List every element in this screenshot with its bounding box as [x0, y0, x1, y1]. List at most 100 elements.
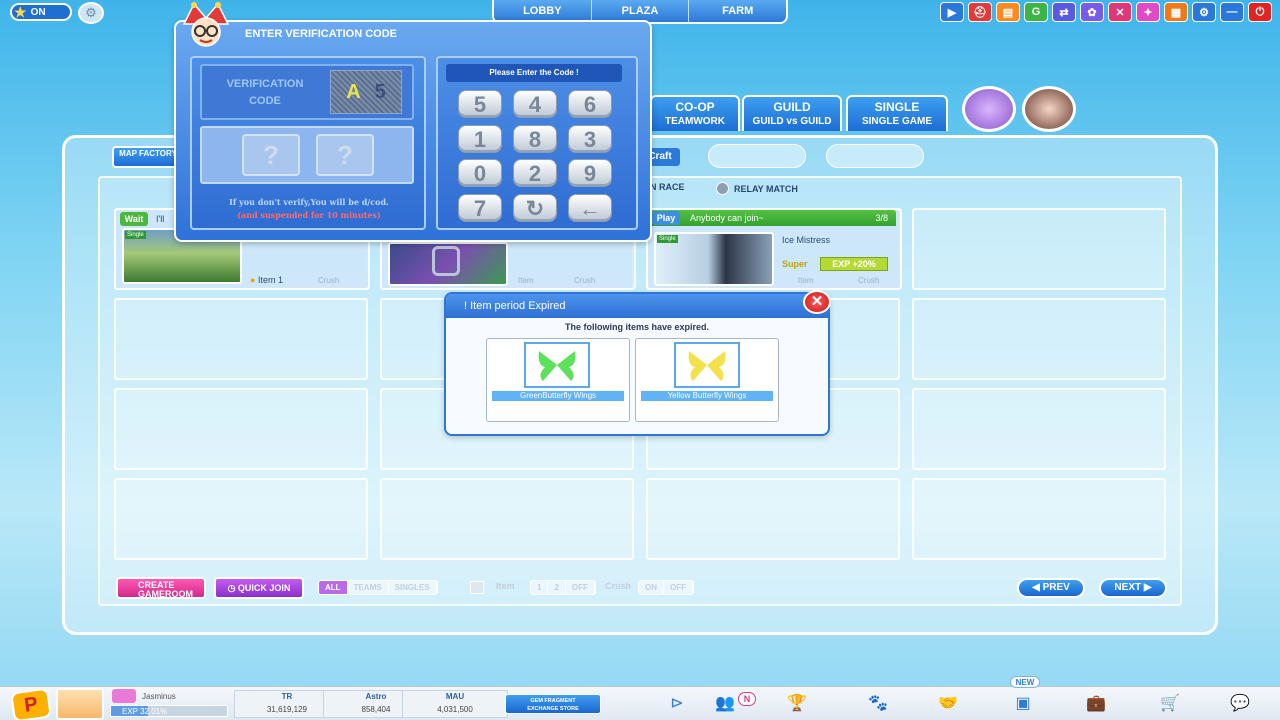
g-icon[interactable]: G	[1024, 2, 1048, 22]
crush-option-on[interactable]: ON	[639, 581, 664, 594]
power-icon[interactable]: ⏻	[1248, 2, 1272, 22]
filter-teams[interactable]: TEAMS	[347, 581, 389, 594]
gear-icon[interactable]: ⚙	[1192, 2, 1216, 22]
room-slot[interactable]	[912, 388, 1166, 470]
key-1[interactable]: 1	[458, 125, 502, 153]
trophy-icon[interactable]: 🏆	[785, 694, 809, 714]
room-slot[interactable]	[646, 478, 900, 560]
captcha-image: A 5	[330, 70, 402, 114]
sparkle-icon[interactable]: ✦	[1136, 2, 1160, 22]
item-option-off[interactable]: OFF	[565, 581, 595, 594]
key-9[interactable]: 9	[568, 159, 612, 187]
key-0[interactable]: 0	[458, 159, 502, 187]
rank-badge-icon	[112, 689, 136, 703]
key-7[interactable]: 7	[458, 194, 502, 222]
prev-button[interactable]: ◀ PREV	[1017, 578, 1085, 598]
chevron-right-icon: ▶	[1141, 582, 1152, 593]
settings-wheel-icon[interactable]: ✿	[1080, 2, 1104, 22]
online-toggle[interactable]: ★ ON	[10, 3, 72, 21]
race-option[interactable]: N RACE	[650, 182, 685, 192]
tab-lobby[interactable]: LOBBY	[494, 0, 592, 22]
room-slot[interactable]	[114, 298, 368, 380]
chevron-left-icon: ◀	[1032, 582, 1043, 593]
key-8[interactable]: 8	[513, 125, 557, 153]
play-icon[interactable]: ▶	[940, 2, 964, 22]
room-crush-label: Crush	[318, 276, 340, 285]
next-button[interactable]: NEXT ▶	[1099, 578, 1167, 598]
code-input-slot-2[interactable]: ?	[316, 134, 374, 176]
tab-farm[interactable]: FARM	[689, 0, 786, 22]
handshake-icon[interactable]: 🤝	[936, 694, 960, 714]
room-item-label: Item	[798, 276, 814, 285]
captcha-char-2: 5	[374, 80, 386, 103]
key-6[interactable]: 6	[568, 90, 612, 118]
helmet-icon[interactable]: ⛑	[968, 2, 992, 22]
key-2[interactable]: 2	[513, 159, 557, 187]
play-circle-icon[interactable]: ⊳	[665, 694, 689, 714]
code-input-slot-1[interactable]: ?	[242, 134, 300, 176]
verification-warning: If you don't verify,You will be d/cod. (…	[196, 196, 422, 222]
item-checkbox[interactable]	[470, 581, 484, 594]
refresh-icon[interactable]: ↻	[513, 194, 557, 222]
expired-item-name: Yellow Butterfly Wings	[641, 391, 773, 401]
filter-singles[interactable]: SINGLES	[388, 581, 437, 594]
create-gameroom-button[interactable]: CREATE GAMEROOM	[116, 577, 206, 599]
star-icon: ★	[14, 3, 27, 20]
item-option-2[interactable]: 2	[548, 581, 566, 594]
crush-filter: ON OFF	[638, 580, 694, 595]
tab-coop[interactable]: CO-OP TEAMWORK	[650, 95, 740, 131]
tab-plaza[interactable]: PLAZA	[592, 0, 690, 22]
room-crush-label: Crush	[574, 276, 596, 285]
filter-all[interactable]: ALL	[319, 581, 348, 594]
story-icon[interactable]: ▤	[996, 2, 1020, 22]
paw-icon[interactable]: 🐾	[866, 694, 890, 714]
item-option-1[interactable]: 1	[531, 581, 549, 594]
room-title: I'll	[156, 214, 165, 224]
tab-guild[interactable]: GUILD GUILD vs GUILD	[742, 95, 842, 131]
cloud-settings-icon[interactable]: ⚙	[78, 2, 104, 24]
tab-coop-subtitle: TEAMWORK	[665, 116, 725, 127]
room-slot[interactable]	[114, 478, 368, 560]
key-4[interactable]: 4	[513, 90, 557, 118]
room-item-setting: ● Item 1	[250, 275, 283, 285]
book-icon[interactable]: ▦	[1164, 2, 1188, 22]
tab-single-subtitle: SINGLE GAME	[861, 116, 932, 127]
crystal-icon[interactable]	[962, 86, 1016, 132]
friends-icon[interactable]: 👥	[713, 694, 737, 714]
room-slot[interactable]	[380, 478, 634, 560]
storage-icon[interactable]: ▣	[1011, 694, 1035, 714]
arrows-icon[interactable]: ⇄	[1052, 2, 1076, 22]
verification-code-label: VERIFICATION CODE	[206, 76, 324, 110]
verification-code-label-line2: CODE	[249, 95, 281, 107]
verification-warning-line1: If you don't verify,You will be d/cod.	[229, 197, 389, 207]
close-icon[interactable]: ✕	[803, 290, 831, 314]
super-badge: Super	[782, 259, 808, 269]
minimize-icon[interactable]: —	[1220, 2, 1244, 22]
chat-icon[interactable]: 💬	[1228, 694, 1252, 714]
character-portrait-icon[interactable]	[1022, 86, 1076, 132]
room-slot[interactable]	[114, 388, 368, 470]
relay-match-option[interactable]: RELAY MATCH	[716, 182, 798, 195]
item-expired-title: ! Item period Expired	[446, 294, 828, 318]
room-player-count: 3/8	[875, 213, 888, 223]
avatar[interactable]	[56, 688, 104, 720]
backspace-icon[interactable]: ←	[568, 194, 612, 222]
quick-join-button[interactable]: ◷ QUICK JOIN	[214, 577, 304, 599]
p-badge-icon[interactable]: P	[10, 687, 52, 720]
inventory-bag-icon[interactable]: 💼	[1084, 694, 1108, 714]
filter-pill-2[interactable]	[826, 144, 924, 168]
gem-fragment-exchange-button[interactable]: GEM FRAGMENT EXCHANGE STORE	[505, 694, 601, 714]
race-option-label: N RACE	[650, 182, 685, 192]
crush-option-off[interactable]: OFF	[664, 581, 693, 594]
tab-single[interactable]: SINGLE SINGLE GAME	[846, 95, 948, 131]
filter-pill-1[interactable]	[708, 144, 806, 168]
cross-icon[interactable]: ✕	[1108, 2, 1132, 22]
yellow-butterfly-wings-icon	[674, 342, 740, 388]
room-slot[interactable]	[912, 208, 1166, 290]
key-3[interactable]: 3	[568, 125, 612, 153]
key-5[interactable]: 5	[458, 90, 502, 118]
room-slot[interactable]	[912, 298, 1166, 380]
shop-cart-icon[interactable]: 🛒	[1158, 694, 1182, 714]
room-slot[interactable]	[912, 478, 1166, 560]
item-icon: ●	[250, 275, 256, 285]
